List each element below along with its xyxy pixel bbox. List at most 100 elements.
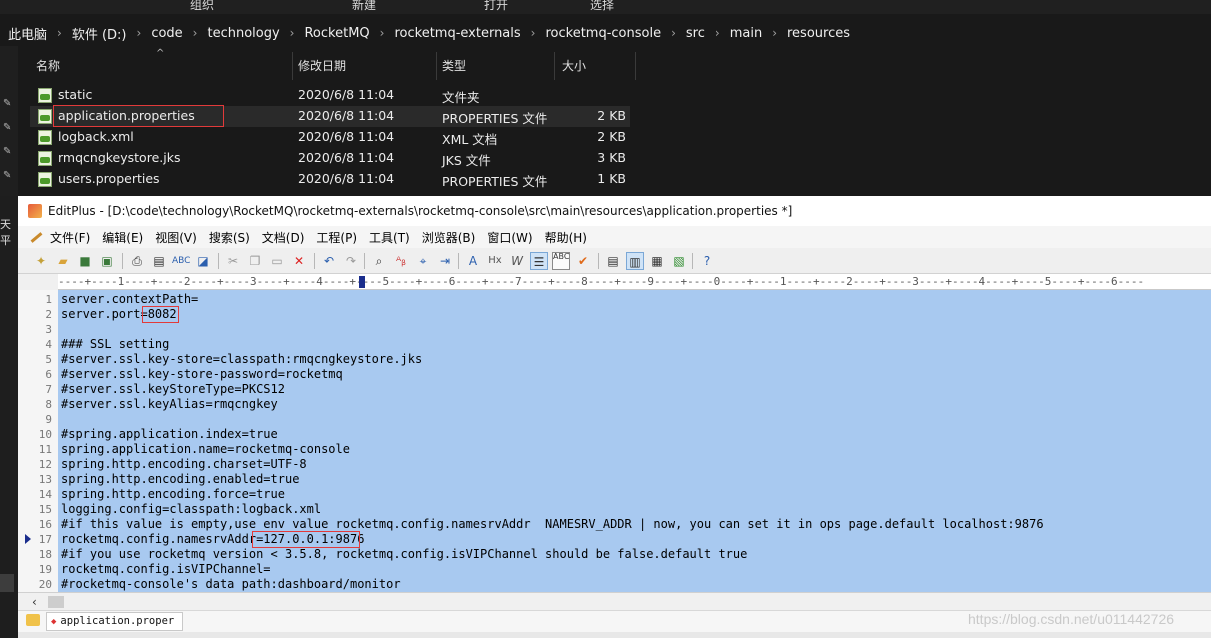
status-bar <box>18 632 1211 638</box>
print-icon[interactable]: ⎙ <box>128 252 146 270</box>
column-divider[interactable] <box>554 52 555 80</box>
breadcrumb-item[interactable]: src <box>682 26 709 41</box>
undo-icon[interactable]: ↶ <box>320 252 338 270</box>
document-tab[interactable]: ◆ application.proper <box>46 612 184 631</box>
save-icon[interactable]: ■ <box>76 252 94 270</box>
line-number: 5 <box>45 353 52 366</box>
new-file-icon[interactable]: ✦ <box>32 252 50 270</box>
scrollbar-thumb[interactable] <box>48 596 64 608</box>
breadcrumb-item[interactable]: technology <box>203 26 283 41</box>
menu-tools[interactable]: 工具(T) <box>363 229 416 246</box>
redo-icon[interactable]: ↷ <box>342 252 360 270</box>
pin-icon[interactable]: ✎ <box>3 98 15 110</box>
ribbon-open[interactable]: 打开 <box>484 0 508 13</box>
menu-search[interactable]: 搜索(S) <box>203 229 256 246</box>
pin-icon[interactable]: ✎ <box>3 122 15 134</box>
toolbar-separator <box>364 253 365 269</box>
left-edge-label: 天平 <box>0 218 11 247</box>
menu-file[interactable]: 文件(F) <box>44 229 96 246</box>
breadcrumb-item[interactable]: rocketmq-externals <box>390 26 524 41</box>
cut-icon[interactable]: ✂ <box>224 252 242 270</box>
directory-window-icon[interactable]: ▤ <box>604 252 622 270</box>
breadcrumb-item[interactable]: code <box>147 26 186 41</box>
line-number: 19 <box>38 563 52 576</box>
column-divider[interactable] <box>436 52 437 80</box>
pin-icon[interactable]: ✎ <box>3 146 15 158</box>
column-header-modified[interactable]: 修改日期 <box>298 52 434 80</box>
cliptext-window-icon[interactable]: ▥ <box>626 252 644 270</box>
pin-icon[interactable]: ✎ <box>3 170 15 182</box>
menu-project[interactable]: 工程(P) <box>310 229 363 246</box>
print-preview-icon[interactable]: ▤ <box>150 252 168 270</box>
breadcrumb-item[interactable]: rocketmq-console <box>541 26 665 41</box>
ribbon-organize[interactable]: 组织 <box>190 0 214 13</box>
ruler-toggle-icon[interactable]: ABC <box>552 252 570 270</box>
menu-edit[interactable]: 编辑(E) <box>96 229 149 246</box>
file-name: static <box>58 87 93 102</box>
file-row[interactable]: static 2020/6/8 11:04 文件夹 <box>30 85 630 106</box>
help-icon[interactable]: ? <box>698 252 716 270</box>
font-icon[interactable]: A <box>464 252 482 270</box>
ribbon-select[interactable]: 选择 <box>590 0 614 13</box>
replace-icon[interactable]: ᴬᵦ <box>392 252 410 270</box>
breadcrumb-item[interactable]: 软件 (D:) <box>68 24 131 43</box>
scroll-left-icon[interactable]: ‹ <box>32 595 37 609</box>
code-line: #spring.application.index=true <box>61 427 278 441</box>
folder-icon[interactable] <box>26 614 40 626</box>
code-line: server.contextPath= <box>61 292 199 306</box>
open-folder-icon[interactable]: ▰ <box>54 252 72 270</box>
copy-icon[interactable]: ❐ <box>246 252 264 270</box>
save-all-icon[interactable]: ▣ <box>98 252 116 270</box>
line-number: 12 <box>38 458 52 471</box>
delete-icon[interactable]: ✕ <box>290 252 308 270</box>
line-number: 7 <box>45 383 52 396</box>
breadcrumb-item[interactable]: 此电脑 <box>4 24 51 43</box>
file-row[interactable]: rmqcngkeystore.jks 2020/6/8 11:04 JKS 文件… <box>30 148 630 169</box>
column-header-type[interactable]: 类型 <box>442 52 552 80</box>
line-number-gutter[interactable]: 1 2 3 4 5 6 7 8 9 10 11 12 13 14 15 16 1… <box>18 290 58 592</box>
menu-browser[interactable]: 浏览器(B) <box>416 229 482 246</box>
word-wrap-icon[interactable]: W <box>508 252 526 270</box>
menu-view[interactable]: 视图(V) <box>149 229 203 246</box>
code-editor[interactable]: server.contextPath= server.port=8082 ###… <box>58 290 1211 592</box>
ribbon-new[interactable]: 新建 <box>352 0 376 13</box>
paste-icon[interactable]: ▭ <box>268 252 286 270</box>
toolbar-separator <box>218 253 219 269</box>
column-header-size[interactable]: 大小 <box>562 52 632 80</box>
breadcrumb-item[interactable]: resources <box>783 26 854 41</box>
title-bar[interactable]: EditPlus - [D:\code\technology\RocketMQ\… <box>18 196 1211 226</box>
modified-diamond-icon: ◆ <box>51 617 57 627</box>
file-row[interactable]: logback.xml 2020/6/8 11:04 XML 文档 2 KB <box>30 127 630 148</box>
menu-help[interactable]: 帮助(H) <box>539 229 593 246</box>
chevron-right-icon: › <box>192 26 198 40</box>
column-header-name[interactable]: 名称 <box>36 52 292 80</box>
window-title: EditPlus - [D:\code\technology\RocketMQ\… <box>48 204 793 218</box>
fullscreen-icon[interactable]: ▧ <box>670 252 688 270</box>
find-in-files-icon[interactable]: ⌖ <box>414 252 432 270</box>
horizontal-scrollbar[interactable]: ‹ <box>18 592 1211 610</box>
code-line: #if this value is empty,use env value ro… <box>61 517 1044 531</box>
toolbar-separator <box>314 253 315 269</box>
menu-window[interactable]: 窗口(W) <box>481 229 538 246</box>
output-window-icon[interactable]: ▦ <box>648 252 666 270</box>
code-line: rocketmq.config.isVIPChannel= <box>61 562 271 576</box>
pencil-icon <box>28 230 44 244</box>
breadcrumb-item[interactable]: main <box>726 26 766 41</box>
file-row[interactable]: users.properties 2020/6/8 11:04 PROPERTI… <box>30 169 630 190</box>
column-divider[interactable] <box>292 52 293 80</box>
hex-view-icon[interactable]: Hx <box>486 252 504 270</box>
file-size: 2 KB <box>597 129 626 144</box>
browser-icon[interactable]: ◪ <box>194 252 212 270</box>
file-type: PROPERTIES 文件 <box>442 111 548 126</box>
checkmark-icon[interactable]: ✔ <box>574 252 592 270</box>
goto-line-icon[interactable]: ⇥ <box>436 252 454 270</box>
line-number-toggle-icon[interactable]: ☰ <box>530 252 548 270</box>
breadcrumb-item[interactable]: RocketMQ <box>300 26 373 41</box>
menu-document[interactable]: 文档(D) <box>256 229 311 246</box>
file-type: PROPERTIES 文件 <box>442 174 548 189</box>
column-divider[interactable] <box>635 52 636 80</box>
ruler-cursor-marker <box>359 276 365 288</box>
spellcheck-icon[interactable]: ABC <box>172 252 190 270</box>
file-size: 3 KB <box>597 150 626 165</box>
find-icon[interactable]: ⌕ <box>370 252 388 270</box>
